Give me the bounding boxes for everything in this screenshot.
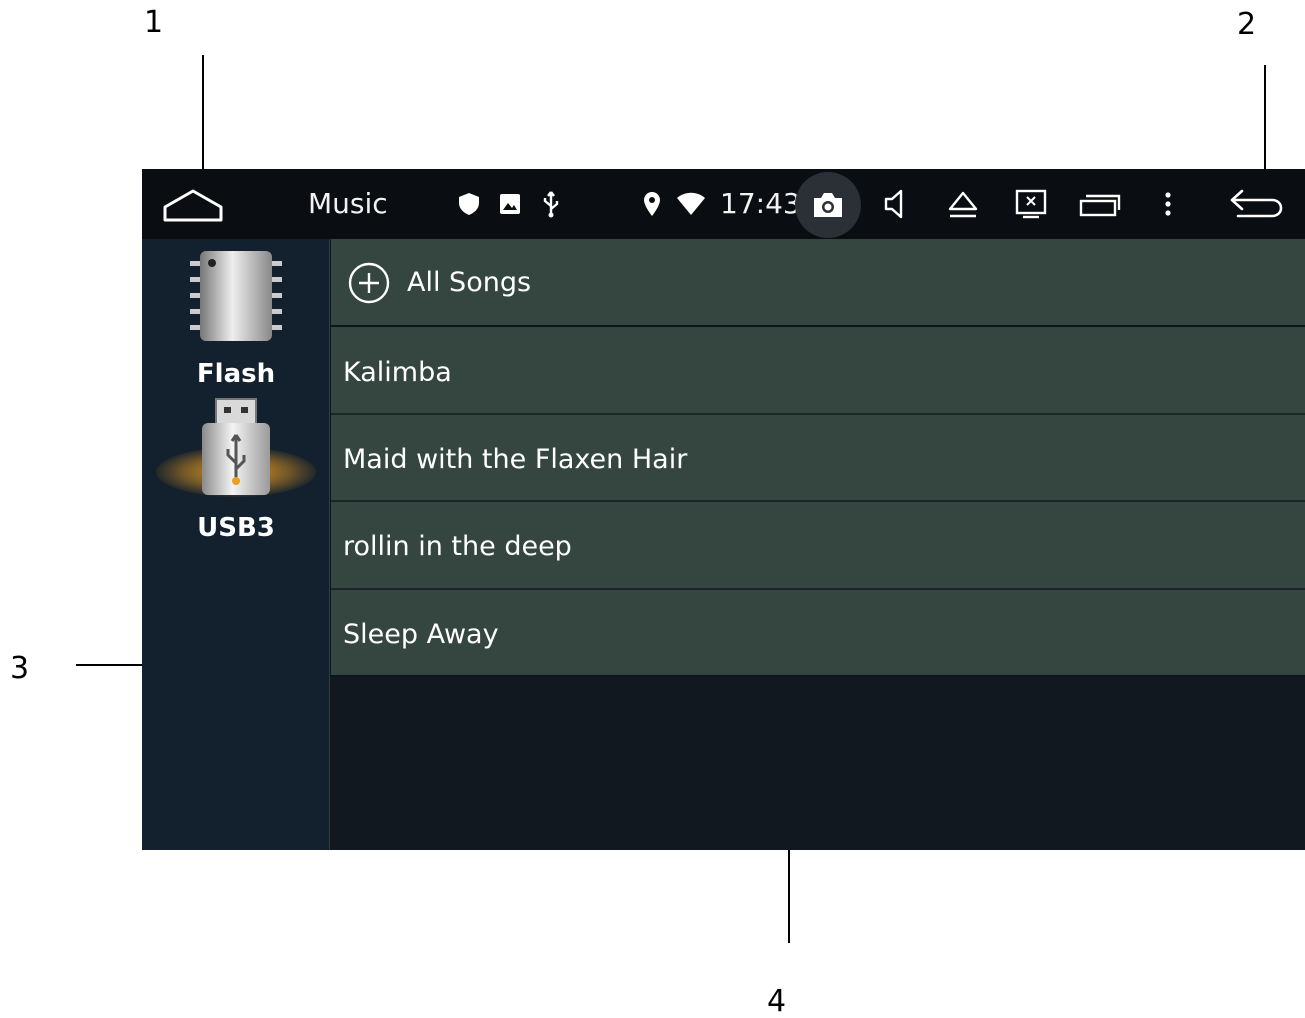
callout-3: 3 — [10, 651, 30, 686]
back-icon[interactable] — [1226, 185, 1286, 223]
shield-icon — [456, 191, 482, 217]
eject-icon[interactable] — [946, 187, 980, 221]
song-list: All Songs Kalimba Maid with the Flaxen H… — [331, 239, 1305, 850]
callout-1: 1 — [144, 5, 164, 40]
music-app-screen: Music 17:43 Flash USB3 All Songs Kalimba… — [142, 169, 1305, 850]
home-icon[interactable] — [160, 183, 226, 227]
callout-1-line — [202, 55, 204, 173]
callout-2: 2 — [1237, 7, 1257, 42]
flash-memory-icon — [188, 249, 284, 345]
source-flash-label: Flash — [196, 359, 276, 389]
source-usb3-label: USB3 — [197, 513, 275, 543]
status-bar: Music 17:43 — [142, 169, 1305, 239]
song-row[interactable]: Maid with the Flaxen Hair — [331, 415, 1305, 502]
screen-off-icon[interactable] — [1014, 186, 1048, 222]
all-songs-label: All Songs — [407, 267, 532, 298]
song-row[interactable]: Sleep Away — [331, 590, 1305, 677]
location-icon — [640, 189, 664, 219]
song-title: rollin in the deep — [343, 531, 572, 562]
add-circle-icon — [347, 261, 391, 305]
callout-4: 4 — [767, 984, 787, 1018]
song-title: Sleep Away — [343, 619, 499, 650]
source-usb3[interactable]: USB3 — [142, 397, 330, 547]
source-sidebar: Flash USB3 — [142, 239, 330, 850]
song-title: Maid with the Flaxen Hair — [343, 444, 688, 475]
usb-drive-icon — [198, 397, 274, 499]
recent-apps-icon[interactable] — [1078, 189, 1122, 221]
all-songs-row[interactable]: All Songs — [331, 239, 1305, 327]
more-icon[interactable] — [1158, 187, 1178, 221]
usb-icon — [538, 189, 564, 219]
volume-icon[interactable] — [880, 187, 910, 221]
wifi-icon — [675, 191, 707, 217]
app-title: Music — [308, 187, 388, 220]
source-flash[interactable]: Flash — [142, 247, 330, 389]
song-row[interactable]: Kalimba — [331, 327, 1305, 415]
camera-icon[interactable] — [808, 189, 848, 221]
image-icon — [497, 191, 523, 217]
song-title: Kalimba — [343, 357, 452, 388]
song-row[interactable]: rollin in the deep — [331, 502, 1305, 590]
clock: 17:43 — [720, 187, 801, 220]
